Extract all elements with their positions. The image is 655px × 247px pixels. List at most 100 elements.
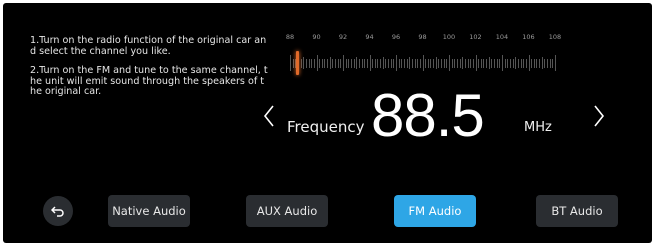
tuner-tick <box>327 58 329 68</box>
frequency-label: Frequency <box>287 118 365 136</box>
tuner-tick <box>509 58 511 68</box>
tuner-tick <box>374 58 376 68</box>
frequency-unit: MHz <box>524 120 552 135</box>
tuner-scale-label: 108 <box>548 33 562 41</box>
tuner-tick <box>504 58 506 68</box>
tuner-tick <box>422 55 424 71</box>
tuner-tick <box>332 58 334 68</box>
tuner-tick <box>406 58 408 68</box>
tuner-tick <box>517 58 519 68</box>
native-audio-button[interactable]: Native Audio <box>108 195 190 227</box>
tuner-scale-label: 90 <box>312 33 321 41</box>
tuner-tick <box>385 58 387 68</box>
tuner-scale-label: 92 <box>338 33 348 41</box>
tuner-tick <box>300 58 302 68</box>
tuner-tick <box>446 58 448 68</box>
tuner-tick <box>403 58 405 68</box>
tuner-tick <box>393 58 395 68</box>
tuner-scale-label: 88 <box>285 33 295 41</box>
tuner-tick <box>321 58 323 68</box>
tuner-tick <box>483 58 485 68</box>
back-button[interactable] <box>43 196 73 226</box>
tuner-tick <box>313 58 315 68</box>
aux-audio-button[interactable]: AUX Audio <box>246 195 328 227</box>
tuner-tick <box>433 58 435 68</box>
tuner-scale-label: 106 <box>522 33 535 41</box>
tuner-tick <box>472 58 474 68</box>
tuner-tick <box>525 58 527 68</box>
tuner-tick <box>451 58 453 68</box>
instruction-step-1: 1.Turn on the radio function of the orig… <box>30 35 267 57</box>
tuner-tick <box>345 58 347 68</box>
tuner-tick <box>356 57 358 69</box>
tuner-tick <box>449 55 450 71</box>
tuner-tick <box>507 58 509 68</box>
tuner-scale-label: 104 <box>495 33 509 41</box>
tuner-tick <box>316 55 318 71</box>
tuner-tick <box>337 58 339 68</box>
tuner-scale-label: 94 <box>365 33 374 41</box>
frequency-value: 88.5 <box>371 82 485 149</box>
tuner-tick <box>533 58 535 68</box>
tuner-tick <box>520 58 522 68</box>
tuner-tick <box>348 58 350 68</box>
tuner-tick <box>470 58 472 68</box>
chevron-right-icon <box>594 105 605 127</box>
tuner-tick <box>419 58 421 68</box>
fm-audio-button[interactable]: FM Audio <box>394 195 476 227</box>
tuner-tick <box>435 57 437 69</box>
tuner-tick <box>475 55 477 71</box>
tuner-tick <box>528 55 530 71</box>
tuner-tick <box>512 58 514 68</box>
tuner-tick <box>539 58 541 68</box>
tuner-tick <box>430 58 432 68</box>
tuner-tick <box>414 58 416 68</box>
tuner-tick <box>340 58 342 68</box>
tuner-tick <box>369 55 371 71</box>
tuner-tick <box>443 58 445 68</box>
instructions-panel: 1.Turn on the radio function of the orig… <box>30 35 270 107</box>
tuner-tick <box>398 58 400 68</box>
tuner-scale-label: 100 <box>442 33 456 41</box>
tuner-tick <box>303 57 305 69</box>
tuner-tick <box>335 58 337 68</box>
tuner-tick <box>377 58 379 68</box>
tuner-tick <box>496 58 498 68</box>
chevron-left-icon <box>263 105 274 127</box>
radio-screen: 1.Turn on the radio function of the orig… <box>3 3 652 243</box>
tuner-scale-label: 96 <box>391 33 401 41</box>
tuner-tick <box>366 58 368 68</box>
tuner-tick <box>388 58 390 68</box>
tuner-tick <box>494 58 496 68</box>
tuner-tick <box>544 58 546 68</box>
tuner-tick <box>305 58 307 68</box>
tuner-tick <box>454 58 456 68</box>
tuner-tick <box>401 58 403 68</box>
tuner-tick <box>467 58 469 68</box>
tuner-tick <box>456 58 458 68</box>
tuner-tick <box>552 58 554 68</box>
tuner-tick <box>292 58 294 68</box>
bt-audio-button[interactable]: BT Audio <box>536 195 618 227</box>
tuner-scale-label: 98 <box>418 33 427 41</box>
tuner-tick <box>353 58 355 68</box>
tuner-cursor[interactable] <box>295 51 299 75</box>
tuner-tick <box>499 58 501 68</box>
tuner-tick <box>361 58 363 68</box>
tuner-tick <box>555 55 556 71</box>
tuner-tick <box>547 58 549 68</box>
tuner-tick <box>364 58 366 68</box>
tuner-tick <box>350 58 352 68</box>
tuner-tick <box>425 58 427 68</box>
frequency-tuner-scale[interactable]: 88 90 92 94 96 98 100 102 104 106 108 <box>273 33 583 81</box>
tuner-tick <box>480 58 482 68</box>
return-arrow-icon <box>51 206 64 217</box>
tuner-tick <box>491 58 493 68</box>
tuner-tick <box>464 58 466 68</box>
tuner-tick <box>462 57 464 69</box>
next-frequency-button[interactable] <box>591 104 607 130</box>
tuner-tick <box>459 58 461 68</box>
previous-frequency-button[interactable] <box>261 104 277 130</box>
instruction-step-2: 2.Turn on the FM and tune to the same ch… <box>30 65 268 98</box>
tuner-tick <box>308 58 310 68</box>
